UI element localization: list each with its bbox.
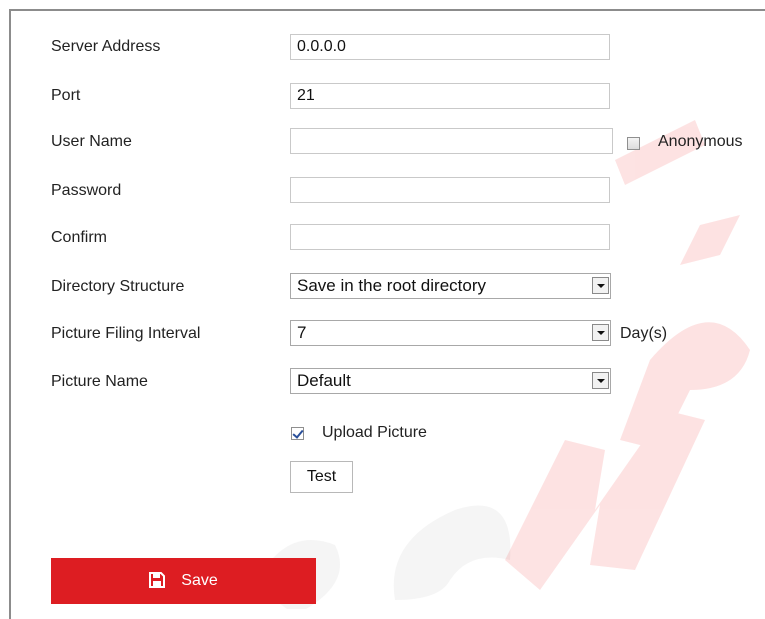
chevron-down-icon[interactable] <box>592 277 609 294</box>
user-name-label: User Name <box>51 133 132 150</box>
upload-picture-label: Upload Picture <box>322 424 427 441</box>
upload-picture-checkbox[interactable] <box>291 427 304 440</box>
user-name-row: User Name Anonymous <box>0 128 765 156</box>
directory-structure-label: Directory Structure <box>51 278 185 295</box>
floppy-disk-icon <box>149 572 166 588</box>
confirm-label: Confirm <box>51 229 108 246</box>
save-button[interactable]: Save <box>51 558 316 604</box>
directory-structure-select[interactable]: Save in the root directory <box>290 273 611 299</box>
server-address-input[interactable]: 0.0.0.0 <box>290 34 610 60</box>
port-input[interactable]: 21 <box>290 83 610 109</box>
password-input[interactable] <box>290 177 610 203</box>
port-label: Port <box>51 87 81 104</box>
save-button-label: Save <box>181 572 218 589</box>
user-name-input[interactable] <box>290 128 613 154</box>
picture-name-select[interactable]: Default <box>290 368 611 394</box>
upload-picture-row: Upload Picture <box>0 419 765 447</box>
picture-name-value: Default <box>297 371 351 390</box>
test-button[interactable]: Test <box>290 461 353 493</box>
picture-filing-interval-value: 7 <box>297 323 307 342</box>
server-address-label: Server Address <box>51 38 161 55</box>
picture-filing-interval-row: Picture Filing Interval 7 Day(s) <box>0 320 765 348</box>
picture-filing-interval-select[interactable]: 7 <box>290 320 611 346</box>
chevron-down-icon[interactable] <box>592 372 609 389</box>
password-label: Password <box>51 182 122 199</box>
picture-filing-interval-label: Picture Filing Interval <box>51 325 201 342</box>
confirm-input[interactable] <box>290 224 610 250</box>
chevron-down-icon[interactable] <box>592 324 609 341</box>
anonymous-label: Anonymous <box>658 133 743 150</box>
day-unit-label: Day(s) <box>620 325 668 342</box>
picture-name-label: Picture Name <box>51 373 148 390</box>
anonymous-checkbox[interactable] <box>627 137 640 150</box>
directory-structure-value: Save in the root directory <box>297 276 486 295</box>
